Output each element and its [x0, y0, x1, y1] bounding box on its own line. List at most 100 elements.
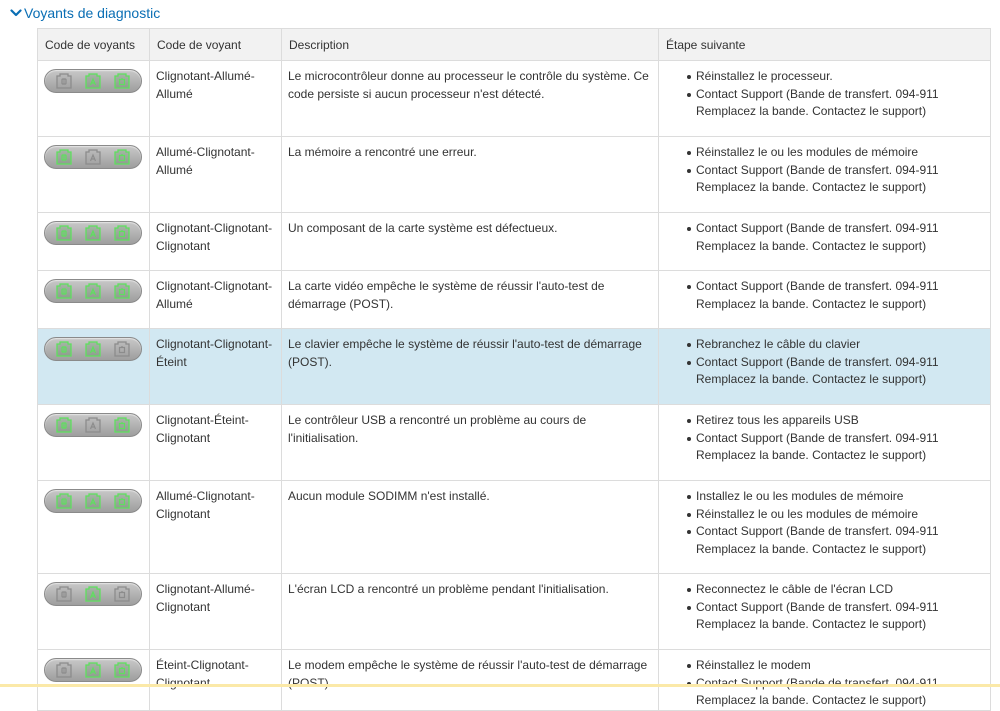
power-led-icon — [56, 341, 72, 357]
power-led-icon — [56, 149, 72, 165]
hdd-led-icon — [85, 493, 101, 509]
power-led-icon — [56, 225, 72, 241]
table-row: Clignotant-Clignotant-Éteint Le clavier e… — [37, 328, 991, 405]
power-led-icon — [56, 417, 72, 433]
power-led-icon — [56, 493, 72, 509]
led-pattern-cell — [37, 60, 150, 137]
led-pattern-cell — [37, 270, 150, 329]
led-code-cell: Clignotant-Allumé-Clignotant — [149, 573, 282, 650]
next-step-cell: Reconnectez le câble de l'écran LCD Conta… — [658, 573, 991, 650]
description-cell: Le clavier empêche le système de réussir… — [281, 328, 659, 405]
description-cell: Un composant de la carte système est déf… — [281, 212, 659, 271]
led-code-cell: Clignotant-Clignotant-Clignotant — [149, 212, 282, 271]
next-step-cell: Installez le ou les modules de mémoire Ré… — [658, 480, 991, 574]
description-cell: L'écran LCD a rencontré un problème pend… — [281, 573, 659, 650]
description-cell: Le microcontrôleur donne au processeur l… — [281, 60, 659, 137]
hdd-led-icon — [85, 283, 101, 299]
led-pattern-cell — [37, 480, 150, 574]
led-code-cell: Allumé-Clignotant-Allumé — [149, 136, 282, 213]
table-header-row: Code de voyants Code de voyant Descripti… — [37, 28, 991, 61]
next-step-cell: Rebranchez le câble du clavier Contact Su… — [658, 328, 991, 405]
header-next-step: Étape suivante — [658, 28, 991, 61]
led-code-cell: Clignotant-Clignotant-Éteint — [149, 328, 282, 405]
led-code-cell: Éteint-Clignotant-Clignotant — [149, 649, 282, 711]
power-led-icon — [56, 283, 72, 299]
header-led-code: Code de voyant — [149, 28, 282, 61]
next-step-cell: Réinstallez le processeur. Contact Suppor… — [658, 60, 991, 137]
next-step-item: Reconnectez le câble de l'écran LCD — [687, 581, 984, 599]
description-cell: Le contrôleur USB a rencontré un problèm… — [281, 404, 659, 481]
next-step-item: Contact Support (Bande de transfert. 094… — [687, 162, 984, 197]
hdd-led-icon — [85, 586, 101, 602]
led-indicator-strip — [44, 658, 142, 682]
description-cell: Le modem empêche le système de réussir l… — [281, 649, 659, 711]
next-step-list: Rebranchez le câble du clavier Contact Su… — [665, 336, 984, 389]
led-code-cell: Clignotant-Clignotant-Allumé — [149, 270, 282, 329]
battery-led-icon — [114, 73, 130, 89]
table-row: Éteint-Clignotant-Clignotant Le modem emp… — [37, 649, 991, 711]
next-step-list: Réinstallez le ou les modules de mémoire… — [665, 144, 984, 197]
description-cell: La mémoire a rencontré une erreur. — [281, 136, 659, 213]
header-led-pattern: Code de voyants — [37, 28, 150, 61]
battery-led-icon — [114, 341, 130, 357]
next-step-item: Contact Support (Bande de transfert. 094… — [687, 523, 984, 558]
next-step-item: Contact Support (Bande de transfert. 094… — [687, 430, 984, 465]
description-cell: La carte vidéo empêche le système de réu… — [281, 270, 659, 329]
next-step-list: Retirez tous les appareils USB Contact Su… — [665, 412, 984, 465]
description-cell: Aucun module SODIMM n'est installé. — [281, 480, 659, 574]
next-step-item: Contact Support (Bande de transfert. 094… — [687, 599, 984, 634]
table-body: Clignotant-Allumé-Allumé Le microcontrôle… — [37, 60, 991, 711]
next-step-item: Contact Support (Bande de transfert. 094… — [687, 675, 984, 710]
led-indicator-strip — [44, 582, 142, 606]
header-description: Description — [281, 28, 659, 61]
battery-led-icon — [114, 283, 130, 299]
section-toggle[interactable]: Voyants de diagnostic — [10, 4, 160, 22]
table-row: Clignotant-Clignotant-Allumé La carte vid… — [37, 270, 991, 329]
led-pattern-cell — [37, 328, 150, 405]
table-row: Clignotant-Clignotant-Clignotant Un compo… — [37, 212, 991, 271]
next-step-item: Installez le ou les modules de mémoire — [687, 488, 984, 506]
battery-led-icon — [114, 662, 130, 678]
battery-led-icon — [114, 149, 130, 165]
led-pattern-cell — [37, 136, 150, 213]
led-code-cell: Clignotant-Éteint-Clignotant — [149, 404, 282, 481]
next-step-item: Rebranchez le câble du clavier — [687, 336, 984, 354]
next-step-item: Réinstallez le modem — [687, 657, 984, 675]
diagnostic-table: Code de voyants Code de voyant Descripti… — [37, 28, 991, 711]
battery-led-icon — [114, 417, 130, 433]
battery-led-icon — [114, 225, 130, 241]
next-step-item: Réinstallez le ou les modules de mémoire — [687, 506, 984, 524]
led-indicator-strip — [44, 279, 142, 303]
table-row: Clignotant-Allumé-Allumé Le microcontrôle… — [37, 60, 991, 137]
diagnostic-table-container: Code de voyants Code de voyant Descripti… — [37, 28, 991, 711]
next-step-list: Contact Support (Bande de transfert. 094… — [665, 220, 984, 255]
led-indicator-strip — [44, 489, 142, 513]
led-pattern-cell — [37, 573, 150, 650]
led-indicator-strip — [44, 413, 142, 437]
table-row: Allumé-Clignotant-Clignotant Aucun module… — [37, 480, 991, 574]
next-step-list: Contact Support (Bande de transfert. 094… — [665, 278, 984, 313]
next-step-list: Reconnectez le câble de l'écran LCD Conta… — [665, 581, 984, 634]
table-row: Allumé-Clignotant-Allumé La mémoire a ren… — [37, 136, 991, 213]
next-step-cell: Contact Support (Bande de transfert. 094… — [658, 212, 991, 271]
led-indicator-strip — [44, 221, 142, 245]
next-step-cell: Réinstallez le ou les modules de mémoire… — [658, 136, 991, 213]
led-pattern-cell — [37, 649, 150, 711]
next-step-item: Réinstallez le ou les modules de mémoire — [687, 144, 984, 162]
next-step-item: Contact Support (Bande de transfert. 094… — [687, 354, 984, 389]
section-title: Voyants de diagnostic — [24, 5, 161, 21]
hdd-led-icon — [85, 225, 101, 241]
led-code-cell: Clignotant-Allumé-Allumé — [149, 60, 282, 137]
next-step-cell: Réinstallez le modem Contact Support (Ban… — [658, 649, 991, 711]
next-step-cell: Contact Support (Bande de transfert. 094… — [658, 270, 991, 329]
power-led-icon — [56, 662, 72, 678]
power-led-icon — [56, 73, 72, 89]
hdd-led-icon — [85, 73, 101, 89]
hdd-led-icon — [85, 341, 101, 357]
led-pattern-cell — [37, 404, 150, 481]
next-step-item: Contact Support (Bande de transfert. 094… — [687, 86, 984, 121]
led-pattern-cell — [37, 212, 150, 271]
next-step-item: Retirez tous les appareils USB — [687, 412, 984, 430]
next-step-list: Réinstallez le processeur. Contact Suppor… — [665, 68, 984, 121]
next-step-item: Contact Support (Bande de transfert. 094… — [687, 220, 984, 255]
